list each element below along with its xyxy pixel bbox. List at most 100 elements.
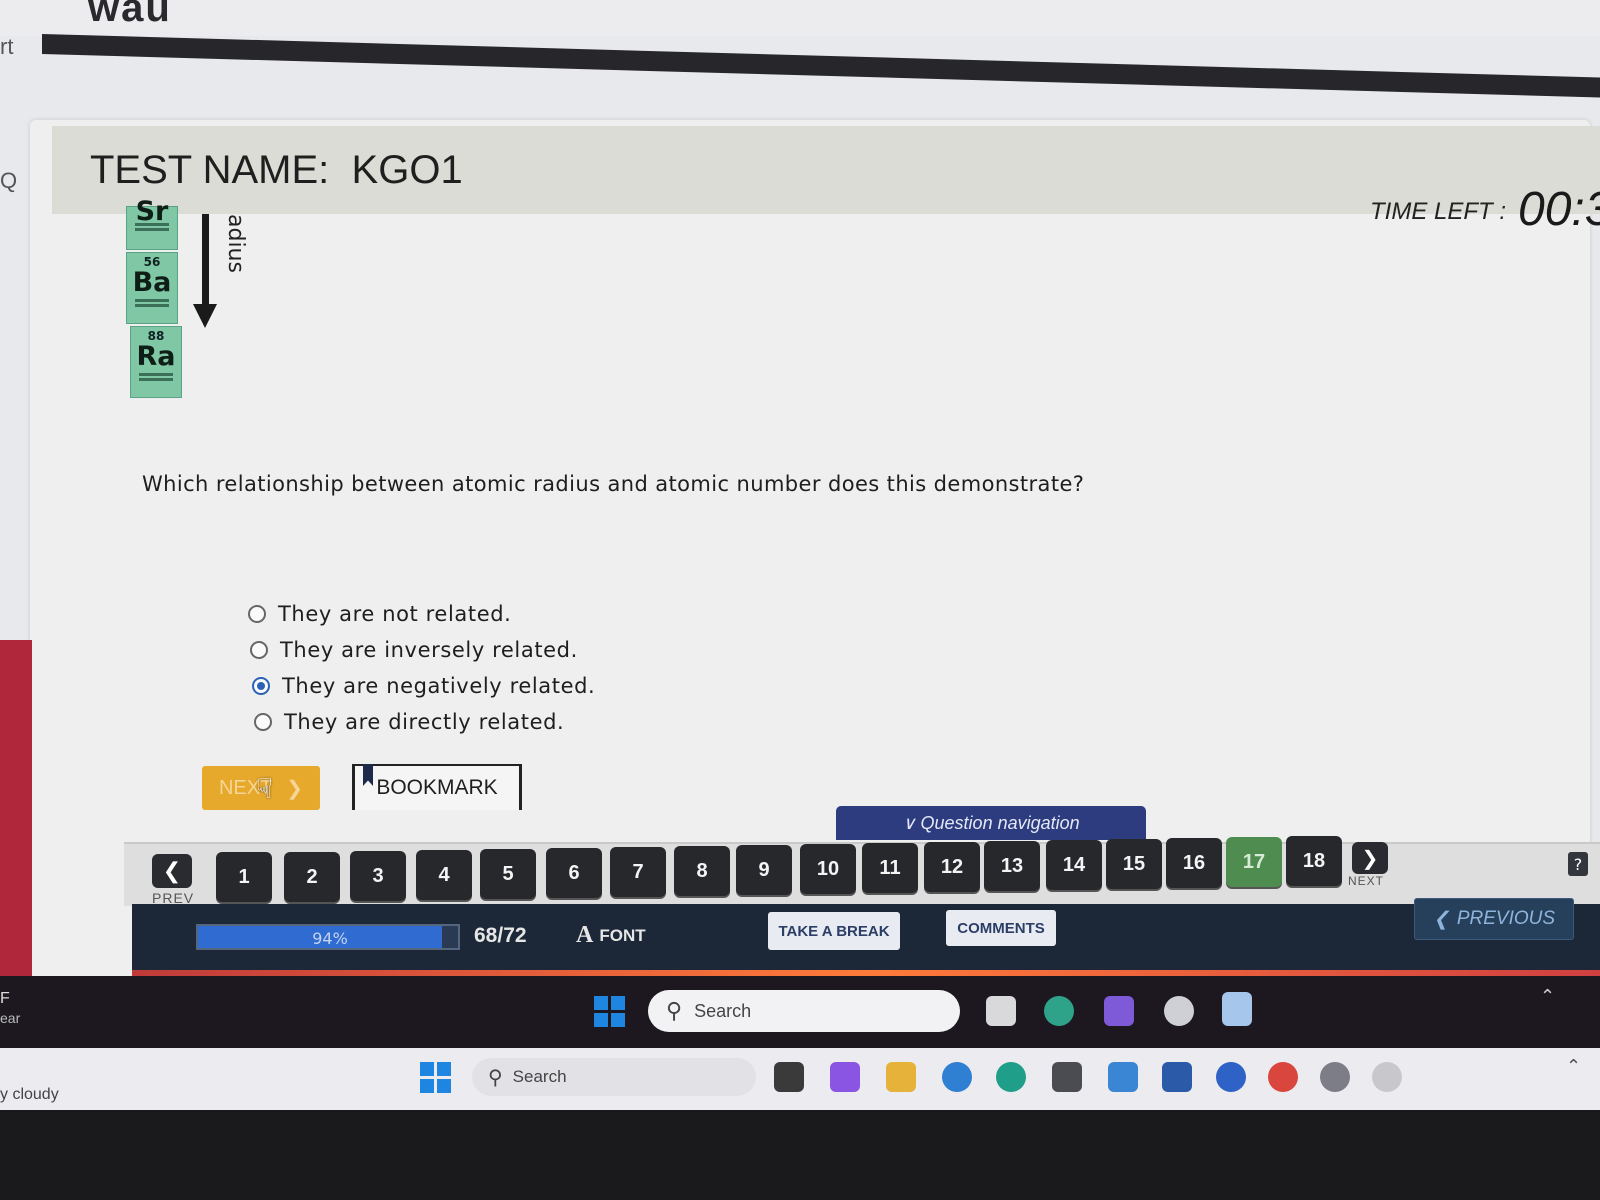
comments-button[interactable]: COMMENTS [946, 910, 1056, 946]
search-label: Search [694, 1000, 752, 1021]
element-symbol: Ra [136, 341, 176, 372]
bookmark-button[interactable]: BOOKMARK [352, 764, 522, 810]
element-cell-ra: 88 Ra [130, 326, 182, 398]
question-nav-13[interactable]: 13 [984, 841, 1040, 891]
next-question-button[interactable]: ❯ [1352, 842, 1388, 874]
help-icon[interactable]: ? [1568, 852, 1588, 876]
hand-cursor-icon: ☟ [256, 772, 274, 805]
periodic-table-figure: Sr 56 Ba 88 Ra [122, 198, 184, 398]
answer-option[interactable]: They are directly related. [254, 704, 597, 740]
question-nav-4[interactable]: 4 [416, 850, 472, 900]
element-detail [135, 304, 169, 307]
previous-label: PREVIOUS [1456, 908, 1556, 929]
question-nav-2[interactable]: 2 [284, 852, 340, 902]
font-button[interactable]: A FONT [576, 922, 646, 949]
answer-label: They are inversely related. [280, 638, 578, 662]
file-explorer-icon[interactable] [886, 1062, 916, 1092]
copilot-icon[interactable] [1104, 996, 1134, 1026]
task-view-icon[interactable] [986, 996, 1016, 1026]
chrome-icon[interactable] [1164, 996, 1194, 1026]
background-window-edge [0, 640, 32, 980]
question-nav-8[interactable]: 8 [674, 846, 730, 896]
bookmark-icon [363, 764, 373, 786]
chevron-up-icon[interactable]: ⌃ [1566, 1056, 1581, 1077]
time-left-value: 00:3 [1518, 183, 1600, 236]
question-nav-6[interactable]: 6 [546, 848, 602, 898]
font-label: FONT [599, 925, 646, 945]
taskbar-search[interactable]: ⚲ Search [472, 1058, 756, 1096]
question-nav-10[interactable]: 10 [800, 844, 856, 894]
radius-arrow-shaft [202, 214, 209, 310]
question-nav-12[interactable]: 12 [924, 842, 980, 892]
edge-icon[interactable] [1044, 996, 1074, 1026]
question-navigation-label: Question navigation [920, 812, 1080, 833]
radius-axis-label: adius [223, 214, 248, 273]
answer-label: They are directly related. [284, 710, 565, 734]
question-nav-14[interactable]: 14 [1046, 840, 1102, 890]
previous-button[interactable]: ❮ PREVIOUS [1414, 898, 1574, 940]
taskbar-search[interactable]: ⚲ Search [648, 990, 960, 1032]
element-cell-ba: 56 Ba [126, 252, 178, 324]
test-name-heading: TEST NAME: KGO1 [90, 148, 463, 193]
question-nav-7[interactable]: 7 [610, 847, 666, 897]
question-nav-16[interactable]: 16 [1166, 838, 1222, 888]
answer-option[interactable]: They are inversely related. [250, 632, 593, 668]
question-nav-18[interactable]: 18 [1286, 836, 1342, 886]
radio-button[interactable] [250, 641, 268, 659]
element-detail [135, 299, 169, 302]
task-view-icon[interactable] [774, 1062, 804, 1092]
screen: wau rt Q TEST NAME: KGO1 TIME LEFT : 00:… [0, 0, 1600, 1110]
radio-button-selected[interactable] [252, 677, 270, 695]
font-icon: A [576, 922, 594, 948]
weather-text: y cloudy [0, 1086, 59, 1103]
taskbar-primary: ⚲ Search ⌃ [0, 1048, 1600, 1110]
next-label: NEXT [1348, 874, 1385, 888]
question-nav-5[interactable]: 5 [480, 849, 536, 899]
time-left-label: TIME LEFT : [1370, 198, 1507, 225]
answer-label: They are not related. [278, 602, 512, 626]
header-divider [42, 34, 1600, 98]
windows-start-icon[interactable] [594, 996, 625, 1027]
question-nav-1[interactable]: 1 [216, 852, 272, 902]
mail-app-icon[interactable] [1108, 1062, 1138, 1092]
top-strip [0, 0, 1600, 36]
search-icon[interactable]: Q [0, 168, 17, 194]
chevron-up-icon[interactable]: ⌃ [1540, 986, 1555, 1007]
prev-question-button[interactable]: ❮ [152, 854, 192, 888]
chrome-icon[interactable] [1268, 1062, 1298, 1092]
radio-button[interactable] [254, 713, 272, 731]
app-icon[interactable] [1372, 1062, 1402, 1092]
question-nav-17-current[interactable]: 17 [1226, 837, 1282, 887]
search-icon: ⚲ [488, 1066, 503, 1089]
progress-bar: 94% [196, 924, 460, 950]
question-nav-15[interactable]: 15 [1106, 839, 1162, 889]
progress-percent: 94% [312, 929, 348, 948]
edge-icon[interactable] [996, 1062, 1026, 1092]
copilot-icon[interactable] [830, 1062, 860, 1092]
chevron-right-icon: ❯ [286, 777, 304, 800]
windows-start-icon[interactable] [420, 1062, 451, 1093]
question-nav-3[interactable]: 3 [350, 851, 406, 901]
take-a-break-button[interactable]: TAKE A BREAK [768, 912, 900, 950]
test-name-label: TEST NAME: [90, 148, 330, 192]
help-app-icon[interactable] [942, 1062, 972, 1092]
answer-label: They are negatively related. [282, 674, 596, 698]
radio-button[interactable] [248, 605, 266, 623]
test-name-value: KGO1 [351, 148, 463, 192]
word-icon[interactable] [1162, 1062, 1192, 1092]
question-nav-9[interactable]: 9 [736, 845, 792, 895]
app-icon[interactable] [1216, 1062, 1246, 1092]
element-cell-sr: Sr [126, 198, 178, 250]
app-icon[interactable] [1320, 1062, 1350, 1092]
question-count: 68/72 [474, 924, 527, 947]
store-icon[interactable] [1222, 992, 1252, 1026]
question-nav-11[interactable]: 11 [862, 843, 918, 893]
question-navigation-toggle[interactable]: ∨ Question navigation [836, 806, 1146, 840]
answer-option-selected[interactable]: They are negatively related. [252, 668, 595, 704]
brand-logo: wau [88, 0, 172, 30]
search-icon: ⚲ [666, 998, 683, 1023]
store-icon[interactable] [1052, 1062, 1082, 1092]
answer-option[interactable]: They are not related. [248, 596, 591, 632]
chevron-left-icon: ❮ [162, 858, 182, 884]
element-detail [135, 228, 169, 231]
